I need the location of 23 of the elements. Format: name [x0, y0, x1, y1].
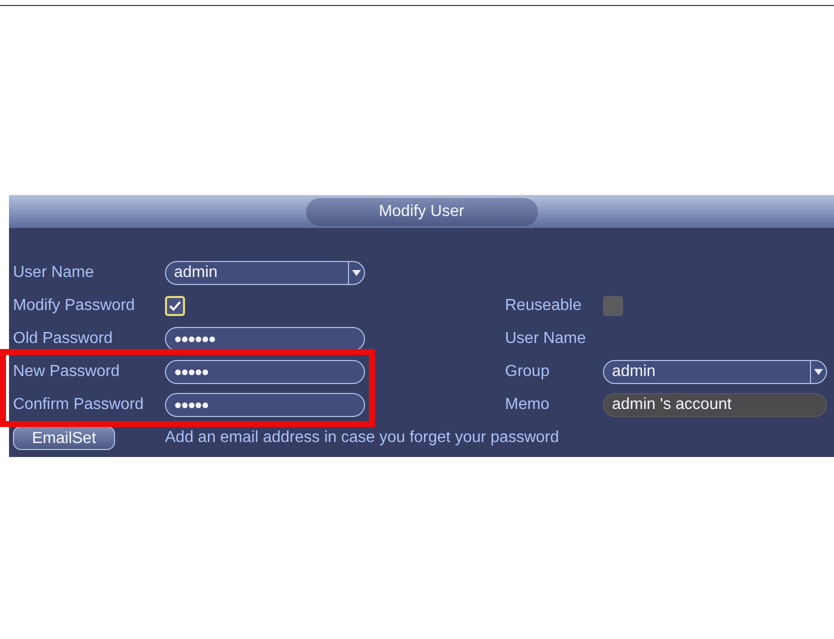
email-hint: Add an email address in case you forget your password [165, 428, 559, 448]
field-label: Group [505, 362, 550, 382]
caret-icon [814, 368, 823, 374]
dropdown[interactable]: admin [165, 260, 365, 284]
checkbox[interactable] [165, 296, 185, 316]
password-field[interactable]: ●●●●●● [165, 326, 365, 350]
field-label: Old Password [13, 328, 114, 348]
dialog-title: Modify User [306, 198, 538, 226]
field-label: New Password [13, 362, 121, 382]
field-label: Memo [505, 394, 550, 414]
dropdown[interactable]: admin [603, 360, 827, 384]
memo-field[interactable]: admin 's account [603, 392, 827, 416]
caret-icon [352, 270, 361, 276]
checkbox[interactable] [603, 296, 623, 316]
check-icon [169, 300, 181, 310]
emailset-button[interactable]: EmailSet [13, 426, 115, 450]
field-label: Confirm Password [13, 394, 145, 414]
field-label: Modify Password [13, 296, 136, 316]
field-label: Reuseable [505, 296, 582, 316]
password-field[interactable]: ●●●●● [165, 392, 365, 416]
password-field[interactable]: ●●●●● [165, 360, 365, 384]
field-label: User Name [13, 262, 95, 282]
field-label: User Name [505, 328, 587, 348]
